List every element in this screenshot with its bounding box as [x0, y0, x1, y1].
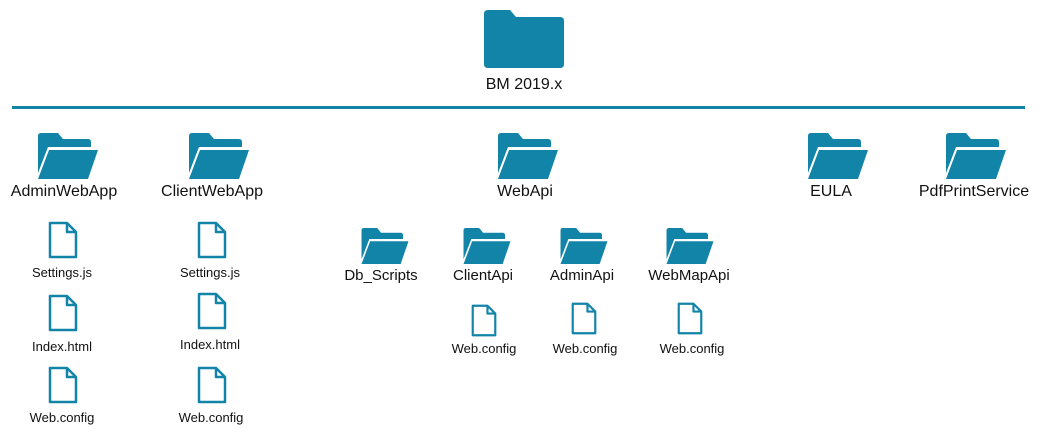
file-label-admin-webconfig[interactable]: Web.config	[30, 410, 95, 425]
folder-label-eula[interactable]: EULA	[810, 183, 852, 201]
folder-label-webapi[interactable]: WebApi	[497, 183, 553, 201]
folder-label-clientapi[interactable]: ClientApi	[453, 267, 513, 284]
folder-label-adminwebapp[interactable]: AdminWebApp	[11, 183, 117, 201]
file-icon[interactable]	[197, 221, 227, 259]
folder-open-icon-clientwebapp[interactable]	[189, 133, 249, 179]
file-label-adminapi-webconfig[interactable]: Web.config	[553, 341, 618, 356]
file-label-webmapapi-webconfig[interactable]: Web.config	[660, 341, 725, 356]
file-label-client-settings[interactable]: Settings.js	[180, 265, 240, 280]
folder-label-pdfprintservice[interactable]: PdfPrintService	[919, 183, 1029, 201]
file-label-client-webconfig[interactable]: Web.config	[179, 410, 244, 425]
folder-open-icon-clientapi[interactable]	[462, 228, 512, 264]
file-icon[interactable]	[48, 366, 78, 404]
folder-label-adminapi[interactable]: AdminApi	[550, 267, 614, 284]
folder-label-webmapapi[interactable]: WebMapApi	[648, 267, 729, 284]
folder-open-icon-adminapi[interactable]	[559, 228, 609, 264]
file-label-clientapi-webconfig[interactable]: Web.config	[452, 341, 517, 356]
folder-open-icon-webapi[interactable]	[498, 133, 558, 179]
folder-open-icon-eula[interactable]	[808, 133, 868, 179]
file-icon[interactable]	[48, 221, 78, 259]
folder-open-icon-adminwebapp[interactable]	[38, 133, 98, 179]
file-icon[interactable]	[571, 302, 597, 335]
root-folder-label: BM 2019.x	[485, 76, 563, 93]
file-label-admin-settings[interactable]: Settings.js	[32, 265, 92, 280]
root-folder-icon	[484, 10, 564, 68]
folder-label-db-scripts[interactable]: Db_Scripts	[344, 267, 417, 284]
folder-open-icon-webmapapi[interactable]	[665, 228, 715, 264]
file-icon[interactable]	[197, 366, 227, 404]
file-icon[interactable]	[48, 294, 78, 332]
file-icon[interactable]	[197, 292, 227, 330]
file-icon[interactable]	[677, 302, 703, 335]
folder-open-icon-pdfprintservice[interactable]	[946, 133, 1006, 179]
file-label-client-index[interactable]: Index.html	[180, 337, 240, 352]
folder-label-clientwebapp[interactable]: ClientWebApp	[161, 183, 263, 201]
divider-line	[12, 106, 1025, 109]
file-label-admin-index[interactable]: Index.html	[32, 339, 92, 354]
folder-open-icon-db-scripts[interactable]	[360, 228, 410, 264]
file-icon[interactable]	[471, 304, 497, 337]
